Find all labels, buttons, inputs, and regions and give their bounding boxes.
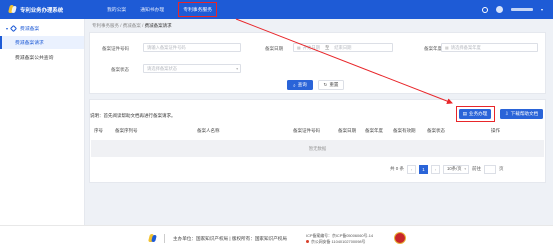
user-name-redacted[interactable] <box>510 8 533 11</box>
column-header: 备案日期 <box>338 128 356 133</box>
column-header: 操作 <box>491 128 500 133</box>
cnipa-logo-icon <box>148 234 157 243</box>
cert-number-label: 备案证件号码 <box>102 46 129 51</box>
chevron-down-icon[interactable]: ▾ <box>541 7 543 12</box>
breadcrumb-item[interactable]: 费减备案 <box>123 23 141 28</box>
footer-sponsor: 主办单位：国家知识产权局 | 版权所有：国家知识产权局 <box>173 236 287 241</box>
nav-patent-services[interactable]: 专利事务服务 <box>171 0 224 19</box>
reset-button[interactable]: ↻ 重置 <box>318 80 344 90</box>
chevron-down-icon: ▾ <box>464 167 467 171</box>
sidebar: ▾ 费减备案 费减备案请求 费减备案公共查询 <box>0 19 85 225</box>
breadcrumb-item[interactable]: 专利事务服务 <box>92 23 119 28</box>
top-nav-bar: 专利业务办理系统 我的公案 通知书办理 专利事务服务 ▾ <box>0 0 553 19</box>
column-header: 备案人名称 <box>197 128 220 133</box>
sidebar-item-label: 费减备案请求 <box>15 41 44 46</box>
filter-panel: 备案证件号码 请输入备案证件号码 备案日期 ▦ 开始日期 至 结束日期 备案年度… <box>89 32 546 94</box>
nav-my-cases[interactable]: 我的公案 <box>100 0 133 19</box>
app-logo[interactable]: 专利业务办理系统 <box>8 5 100 14</box>
column-header: 备案证件号码 <box>293 128 320 133</box>
chevron-down-icon: ▾ <box>6 26 9 31</box>
page-number-current[interactable]: 1 <box>419 164 429 174</box>
goto-label: 前往 <box>472 166 482 171</box>
query-button[interactable]: ⌕ 查询 <box>287 80 313 90</box>
column-header: 备案状态 <box>427 128 445 133</box>
user-area: ▾ <box>481 6 543 13</box>
police-record[interactable]: 京公网安备 11040102700098号 <box>311 239 365 244</box>
chevron-down-icon: ▾ <box>236 66 238 71</box>
column-header: 序号 <box>94 128 103 133</box>
search-icon: ⌕ <box>293 82 296 88</box>
total-count: 共 0 条 <box>390 166 405 171</box>
breadcrumb: 专利事务服务 / 费减备案 / 费减备案请求 <box>92 23 172 28</box>
police-badge-icon <box>306 240 309 244</box>
pagination: 共 0 条 ‹ 1 › 10条/页 ▾ 前往 页 <box>390 164 504 174</box>
footer-icp: ICP备案编号：京ICP备05006060号-14 京公网安备 11040102… <box>306 233 373 245</box>
cnipa-logo-icon <box>8 5 17 14</box>
sidebar-group-label: 费减备案 <box>20 27 40 32</box>
menu-group-icon <box>9 24 18 33</box>
document-icon: ▤ <box>462 111 467 116</box>
breadcrumb-current: 费减备案请求 <box>144 23 172 28</box>
government-site-badge-icon[interactable] <box>394 232 406 244</box>
date-range-input[interactable]: ▦ 开始日期 至 结束日期 <box>293 43 393 52</box>
column-header: 备案年度 <box>365 128 383 133</box>
status-label: 备案状态 <box>111 67 129 72</box>
refresh-icon: ↻ <box>323 82 328 87</box>
footer-divider <box>164 234 165 243</box>
next-page-button[interactable]: › <box>431 164 441 174</box>
footer: 主办单位：国家知识产权局 | 版权所有：国家知识产权局 ICP备案编号：京ICP… <box>0 225 553 250</box>
year-label: 备案年度 <box>424 46 442 51</box>
column-header: 备案有效期 <box>393 128 416 133</box>
download-help-doc-button[interactable]: ⇩ 下载帮助文档 <box>500 109 543 119</box>
sidebar-item-fee-reduction-request[interactable]: 费减备案请求 <box>0 36 84 49</box>
help-notice: 说明：首先阅读帮助文档再进行备案请求。 <box>90 113 176 118</box>
business-apply-button[interactable]: ▤ 业务办理 <box>459 109 491 119</box>
download-icon: ⇩ <box>504 111 509 116</box>
page-size-select[interactable]: 10条/页 ▾ <box>443 164 470 174</box>
results-panel: 说明：首先阅读帮助文档再进行备案请求。 ▤ 业务办理 ⇩ 下载帮助文档 序号 备… <box>89 99 546 183</box>
cert-number-input[interactable]: 请输入备案证件号码 <box>143 43 241 52</box>
avatar[interactable] <box>495 6 503 13</box>
empty-table-message: 暂无数据 <box>91 140 544 157</box>
sidebar-group-fee-reduction[interactable]: ▾ 费减备案 <box>0 19 84 33</box>
date-label: 备案日期 <box>265 46 283 51</box>
app-title: 专利业务办理系统 <box>20 7 64 14</box>
apply-highlight-box: ▤ 业务办理 <box>456 106 495 122</box>
page-unit-label: 页 <box>499 166 504 171</box>
main-nav: 我的公案 通知书办理 专利事务服务 <box>100 0 224 19</box>
year-select[interactable]: ▦ 请选择备案年度 <box>441 43 538 52</box>
goto-page-input[interactable] <box>484 164 497 174</box>
table-header: 序号 备案序列号 备案人名称 备案证件号码 备案日期 备案年度 备案有效期 备案… <box>90 127 545 135</box>
prev-page-button[interactable]: ‹ <box>407 164 417 174</box>
calendar-icon: ▦ <box>445 45 449 50</box>
calendar-icon: ▦ <box>297 45 301 50</box>
status-select[interactable]: 请选择备案状态 ▾ <box>143 64 241 73</box>
sidebar-item-label: 费减备案公共查询 <box>15 56 54 61</box>
column-header: 备案序列号 <box>115 128 138 133</box>
search-icon[interactable] <box>481 6 488 13</box>
nav-notice-handling[interactable]: 通知书办理 <box>133 0 171 19</box>
sidebar-item-fee-reduction-public-query[interactable]: 费减备案公共查询 <box>0 51 84 64</box>
